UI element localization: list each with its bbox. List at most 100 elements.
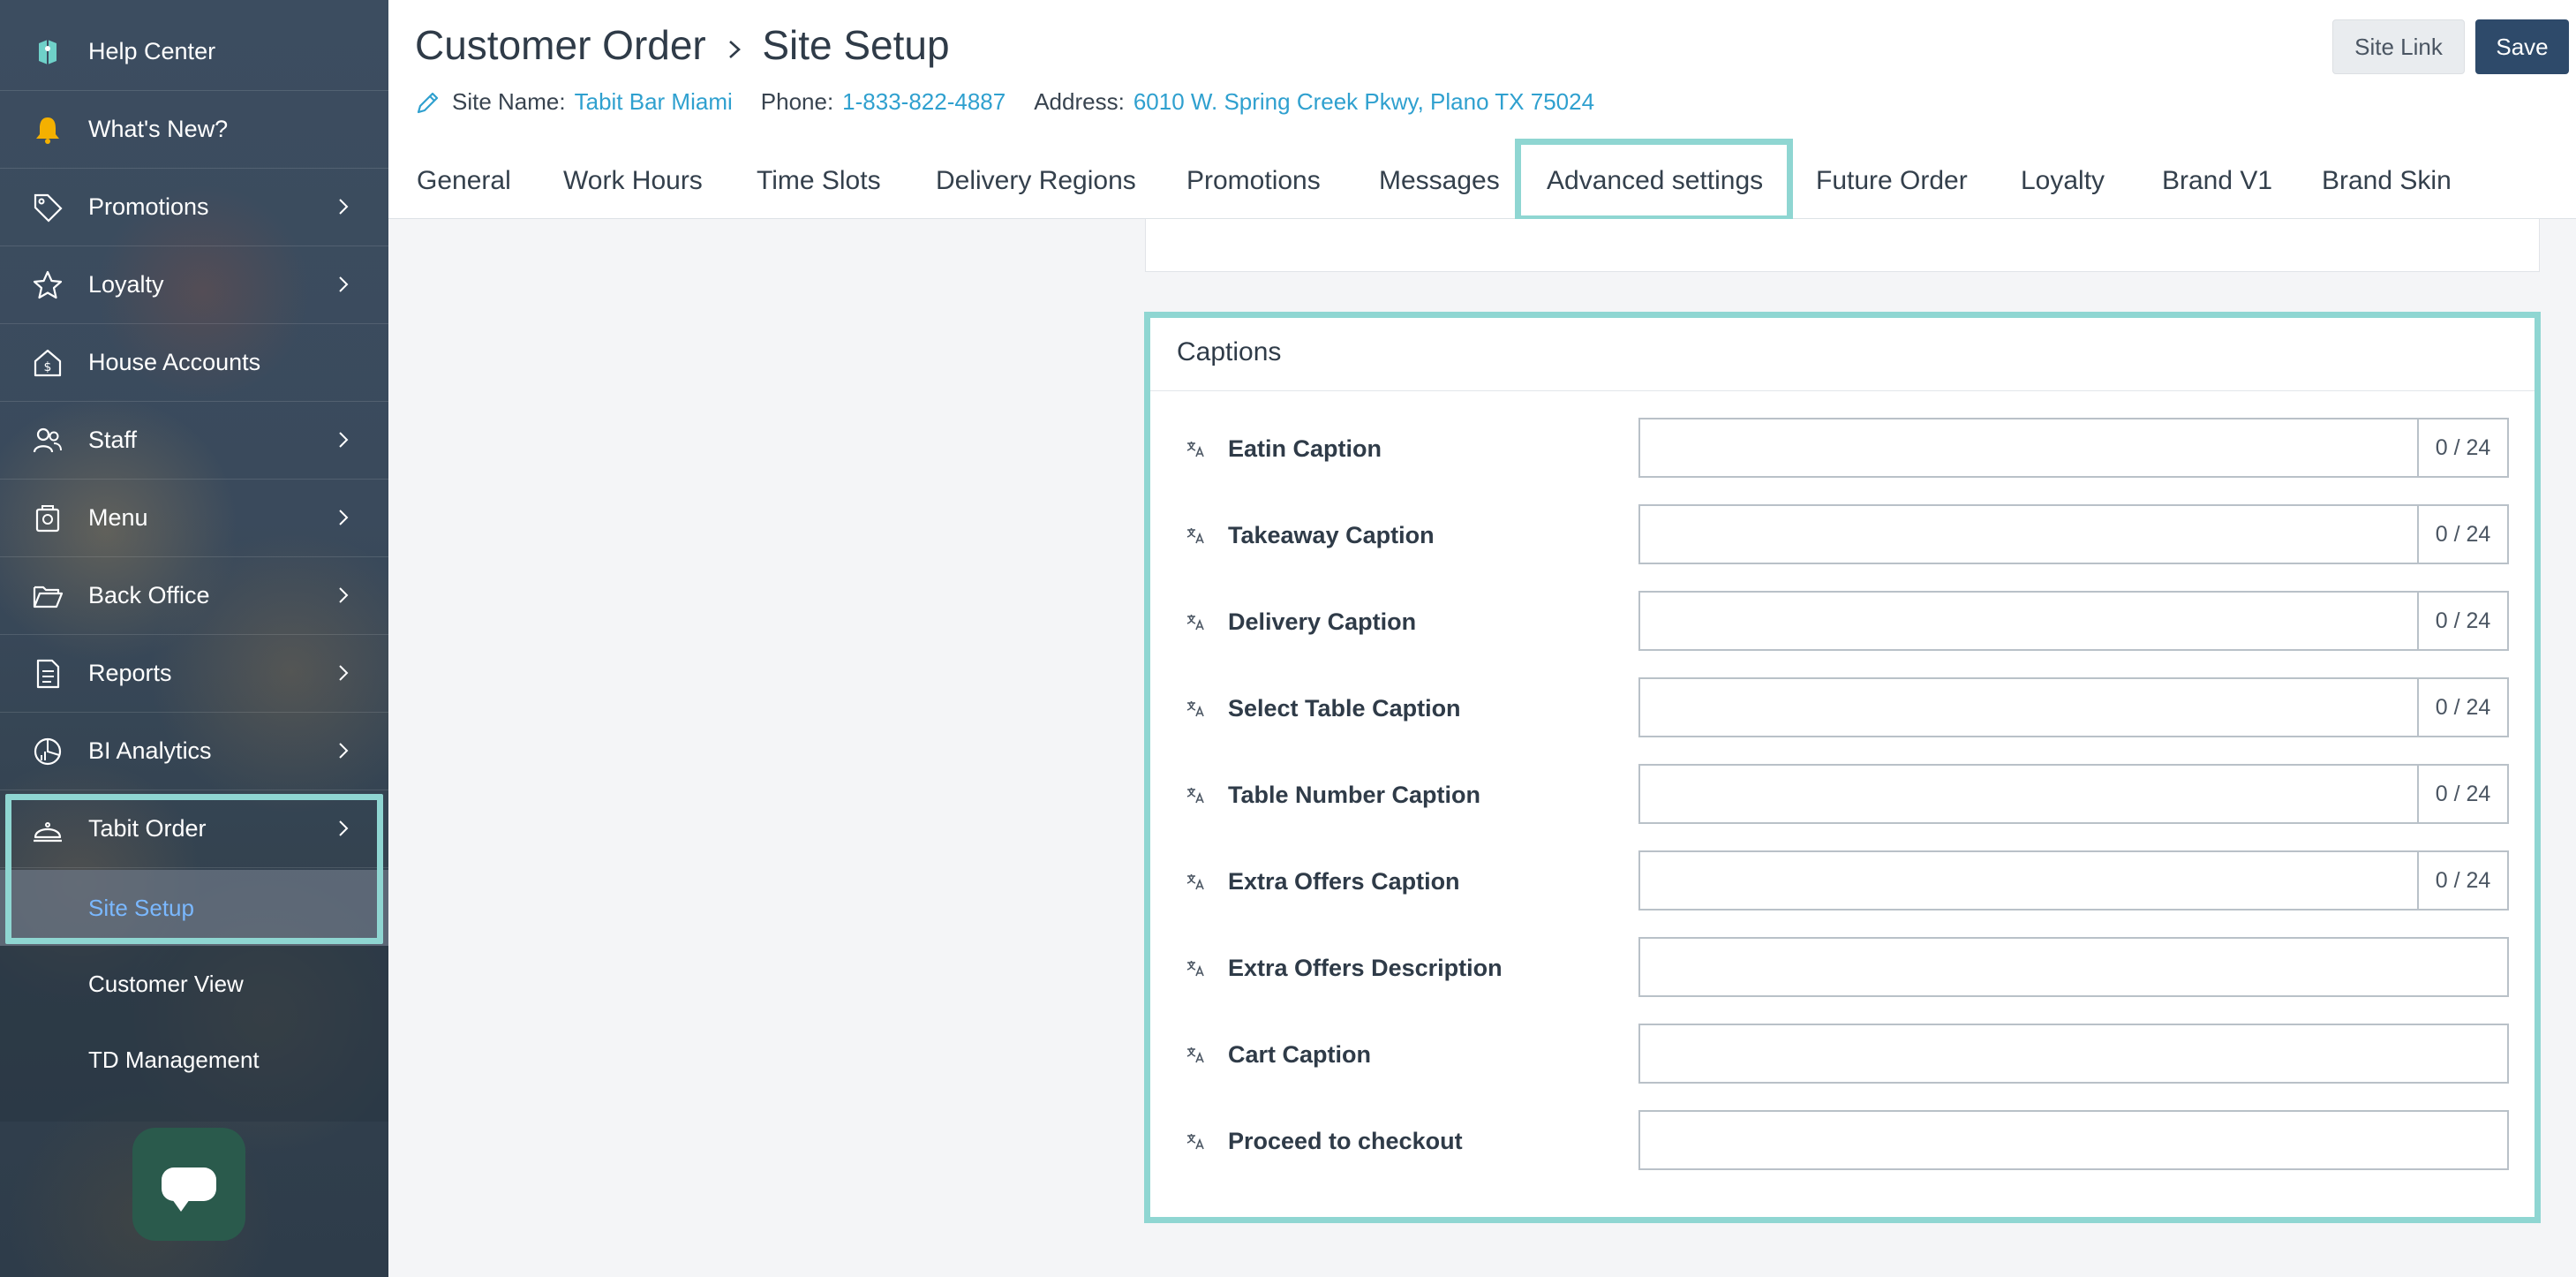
- caption-field: 0 / 24: [1638, 504, 2509, 564]
- sidebar-item-staff[interactable]: Staff: [0, 402, 388, 480]
- phone-value[interactable]: 1-833-822-4887: [842, 88, 1006, 116]
- previous-section-card: [1145, 219, 2540, 272]
- caption-label: Cart Caption: [1228, 1041, 1371, 1068]
- eatin-caption-input[interactable]: [1640, 419, 2419, 476]
- cart-caption-input[interactable]: [1640, 1025, 2507, 1082]
- sidebar-item-loyalty[interactable]: Loyalty: [0, 246, 388, 324]
- caption-row-extra-offers-description: Extra Offers Description: [1150, 937, 2535, 999]
- site-name-label: Site Name:: [452, 88, 566, 115]
- page-title: Customer Order Site Setup: [415, 21, 950, 69]
- caption-field: 0 / 24: [1638, 850, 2509, 911]
- sidebar-item-label: Staff: [88, 427, 138, 453]
- tab-loyalty[interactable]: Loyalty: [2021, 166, 2105, 196]
- caption-label: Extra Offers Caption: [1228, 868, 1460, 895]
- tab-advanced-settings[interactable]: Advanced settings: [1547, 166, 1763, 196]
- translate-icon[interactable]: [1186, 1131, 1205, 1151]
- chat-button[interactable]: [132, 1128, 245, 1241]
- site-link-button[interactable]: Site Link: [2332, 19, 2465, 74]
- site-info-row: Site Name: Tabit Bar Miami Phone: 1-833-…: [415, 88, 1623, 116]
- translate-icon[interactable]: [1186, 525, 1205, 545]
- sidebar-item-back-office[interactable]: Back Office: [0, 557, 388, 635]
- takeaway-caption-input[interactable]: [1640, 506, 2419, 563]
- tab-brand-v1[interactable]: Brand V1: [2162, 166, 2272, 196]
- sidebar-item-label: Tabit Order: [88, 815, 207, 842]
- select-table-caption-input[interactable]: [1640, 679, 2419, 736]
- phone-label: Phone:: [760, 88, 834, 115]
- char-counter: 0 / 24: [2417, 506, 2507, 563]
- delivery-caption-input[interactable]: [1640, 593, 2419, 649]
- sidebar-item-whats-new[interactable]: What's New?: [0, 91, 388, 169]
- translate-icon[interactable]: [1186, 699, 1205, 718]
- chevron-right-icon: [339, 510, 349, 525]
- chat-bubble-icon: [162, 1167, 216, 1212]
- svg-text:$: $: [44, 360, 52, 374]
- sidebar-item-help-center[interactable]: Help Center: [0, 13, 388, 91]
- sidebar: Help Center What's New? Promotions Loyal…: [0, 0, 388, 1277]
- chevron-right-icon: [339, 820, 349, 836]
- card-divider: [1150, 390, 2535, 391]
- translate-icon[interactable]: [1186, 785, 1205, 805]
- chevron-right-icon: [339, 432, 349, 448]
- sidebar-item-label: Help Center: [88, 38, 216, 64]
- tab-work-hours[interactable]: Work Hours: [563, 166, 703, 196]
- caption-label: Select Table Caption: [1228, 695, 1461, 722]
- caption-label: Proceed to checkout: [1228, 1128, 1463, 1154]
- address-value[interactable]: 6010 W. Spring Creek Pkwy, Plano TX 7502…: [1134, 88, 1594, 116]
- sidebar-subitem-site-setup[interactable]: Site Setup: [0, 870, 388, 946]
- sidebar-item-bi-analytics[interactable]: BI Analytics: [0, 713, 388, 790]
- caption-row-proceed-to-checkout: Proceed to checkout: [1150, 1110, 2535, 1172]
- tab-delivery-regions[interactable]: Delivery Regions: [936, 166, 1136, 196]
- char-counter: 0 / 24: [2417, 679, 2507, 736]
- caption-label: Eatin Caption: [1228, 435, 1382, 462]
- breadcrumb-current: Site Setup: [762, 22, 950, 68]
- tab-general[interactable]: General: [417, 166, 511, 196]
- caption-field: 0 / 24: [1638, 677, 2509, 737]
- table-number-caption-input[interactable]: [1640, 766, 2419, 822]
- sidebar-item-label: Promotions: [88, 193, 209, 220]
- sidebar-subitem-td-management[interactable]: TD Management: [0, 1022, 388, 1098]
- tab-messages[interactable]: Messages: [1379, 166, 1500, 196]
- char-counter: 0 / 24: [2417, 419, 2507, 476]
- sidebar-item-house-accounts[interactable]: $ House Accounts: [0, 324, 388, 402]
- sidebar-subitem-label: Customer View: [88, 971, 244, 997]
- sidebar-item-tabit-order[interactable]: Tabit Order: [0, 790, 388, 868]
- char-counter: 0 / 24: [2417, 852, 2507, 909]
- sidebar-item-promotions[interactable]: Promotions: [0, 169, 388, 246]
- sidebar-item-reports[interactable]: Reports: [0, 635, 388, 713]
- pencil-icon[interactable]: [415, 89, 441, 116]
- translate-icon[interactable]: [1186, 872, 1205, 891]
- caption-field: [1638, 1024, 2509, 1084]
- proceed-to-checkout-input[interactable]: [1640, 1112, 2507, 1168]
- site-name-value[interactable]: Tabit Bar Miami: [575, 88, 733, 116]
- caption-row-eatin: Eatin Caption 0 / 24: [1150, 418, 2535, 480]
- captions-title: Captions: [1177, 337, 1282, 366]
- sidebar-subitem-customer-view[interactable]: Customer View: [0, 946, 388, 1022]
- caption-row-cart: Cart Caption: [1150, 1024, 2535, 1085]
- caption-field: [1638, 1110, 2509, 1170]
- help-center-icon: [39, 40, 56, 64]
- tab-promotions[interactable]: Promotions: [1186, 166, 1321, 196]
- translate-icon[interactable]: [1186, 439, 1205, 458]
- tab-time-slots[interactable]: Time Slots: [757, 166, 881, 196]
- caption-label: Takeaway Caption: [1228, 522, 1435, 548]
- caption-row-table-number: Table Number Caption 0 / 24: [1150, 764, 2535, 826]
- document-icon: [36, 659, 60, 689]
- chevron-right-icon: [339, 665, 349, 681]
- menu-book-icon: [35, 505, 60, 533]
- translate-icon[interactable]: [1186, 958, 1205, 978]
- translate-icon[interactable]: [1186, 612, 1205, 631]
- sidebar-item-menu[interactable]: Menu: [0, 480, 388, 557]
- tab-brand-skin[interactable]: Brand Skin: [2322, 166, 2452, 196]
- sidebar-item-label: Loyalty: [88, 271, 164, 298]
- caption-label: Extra Offers Description: [1228, 955, 1503, 981]
- extra-offers-description-input[interactable]: [1640, 939, 2507, 995]
- translate-icon[interactable]: [1186, 1045, 1205, 1064]
- address-label: Address:: [1034, 88, 1125, 115]
- save-button[interactable]: Save: [2475, 19, 2569, 74]
- sidebar-item-label: Reports: [88, 660, 172, 686]
- pie-chart-icon: [34, 737, 62, 766]
- tag-icon: [34, 193, 63, 223]
- chevron-right-icon: [339, 276, 349, 292]
- extra-offers-caption-input[interactable]: [1640, 852, 2419, 909]
- tab-future-order[interactable]: Future Order: [1816, 166, 1968, 196]
